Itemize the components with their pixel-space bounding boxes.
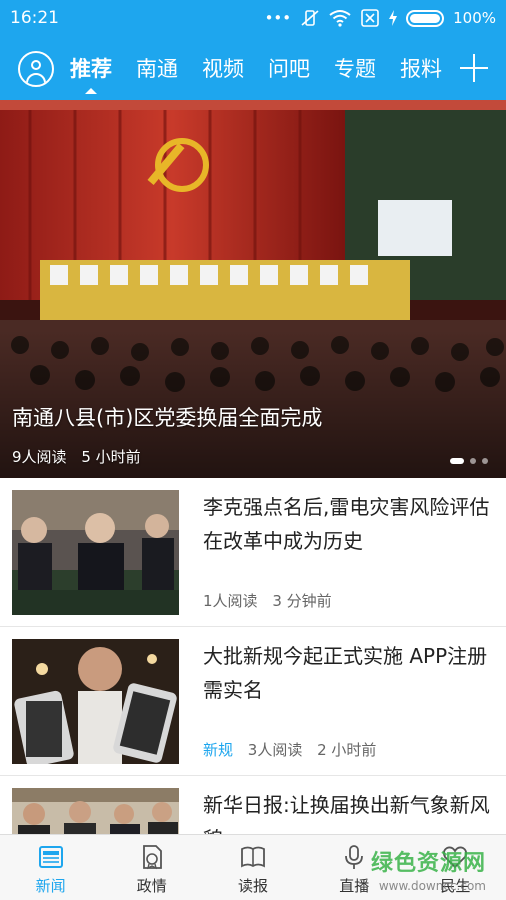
open-paper-icon xyxy=(241,846,265,868)
charging-bolt-icon xyxy=(389,10,398,26)
news-item[interactable]: 李克强点名后,雷电灾害风险评估在改革中成为历史 1人阅读 3 分钟前 xyxy=(0,478,506,627)
tab-ask[interactable]: 问吧 xyxy=(256,44,322,94)
watermark-url: www.downcc.com xyxy=(378,879,486,893)
news-meta: 新规 3人阅读 2 小时前 xyxy=(203,739,376,760)
carousel-dot xyxy=(450,458,464,464)
add-channel-icon[interactable] xyxy=(460,54,488,82)
news-thumbnail xyxy=(12,639,179,764)
status-time: 16:21 xyxy=(10,8,59,28)
news-item[interactable]: 大批新规今起正式实施 APP注册需实名 新规 3人阅读 2 小时前 xyxy=(0,627,506,776)
news-reads: 3人阅读 xyxy=(247,741,303,759)
news-title: 李克强点名后,雷电灾害风险评估在改革中成为历史 xyxy=(203,495,490,553)
tab-recommend[interactable]: 推荐 xyxy=(58,44,124,94)
news-tag[interactable]: 新规 xyxy=(203,741,233,759)
status-bar: 16:21 ••• 100% xyxy=(0,0,506,36)
top-bar: 16:21 ••• 100% 推荐 南通 视频 问吧 专题 报料 xyxy=(0,0,506,100)
vibrate-off-icon xyxy=(301,10,319,26)
hero-title: 南通八县(市)区党委换届全面完成 xyxy=(12,406,323,430)
watermark-logo: 绿色资源网 www.downcc.com xyxy=(371,845,486,893)
battery-level: 100% xyxy=(453,9,496,27)
news-thumbnail xyxy=(12,788,179,834)
news-thumbnail xyxy=(12,490,179,615)
news-item[interactable]: 新华日报:让换届换出新气象新风貌 xyxy=(0,776,506,834)
battery-icon xyxy=(406,9,445,27)
carousel-indicator xyxy=(450,458,488,464)
bottom-tab-label: 政情 xyxy=(136,877,167,895)
hero-reads: 9人阅读 xyxy=(12,448,67,466)
more-dots-icon: ••• xyxy=(264,9,292,27)
bottom-tab-label: 新闻 xyxy=(35,877,66,895)
bottom-tab-politics[interactable]: 政情 xyxy=(101,835,202,900)
bottom-tab-label: 读报 xyxy=(238,877,269,895)
wifi-icon xyxy=(329,10,351,27)
hero-meta: 9人阅读 5 小时前 xyxy=(12,446,141,467)
no-sim-icon xyxy=(361,9,379,27)
carousel-dot xyxy=(470,458,476,464)
hero-time: 5 小时前 xyxy=(81,448,141,466)
tab-topics[interactable]: 专题 xyxy=(322,44,388,94)
carousel-dot xyxy=(482,458,488,464)
bottom-tab-news[interactable]: 新闻 xyxy=(0,835,101,900)
news-list: 李克强点名后,雷电灾害风险评估在改革中成为历史 1人阅读 3 分钟前 大批新规今… xyxy=(0,478,506,834)
watermark-title: 绿色资源网 xyxy=(370,851,486,876)
channel-tabs: 推荐 南通 视频 问吧 专题 报料 xyxy=(58,44,448,94)
news-reads: 1人阅读 xyxy=(203,592,258,610)
document-badge-icon xyxy=(142,845,162,870)
microphone-icon xyxy=(345,845,364,869)
news-time: 2 小时前 xyxy=(317,741,377,759)
user-avatar-icon[interactable] xyxy=(18,51,54,87)
news-time: 3 分钟前 xyxy=(272,592,332,610)
news-title: 大批新规今起正式实施 APP注册需实名 xyxy=(203,644,488,702)
tab-nantong[interactable]: 南通 xyxy=(124,44,190,94)
bottom-tab-read-paper[interactable]: 读报 xyxy=(202,835,303,900)
channel-nav: 推荐 南通 视频 问吧 专题 报料 xyxy=(0,44,506,94)
tab-report[interactable]: 报料 xyxy=(388,44,448,94)
hero-banner[interactable]: 南通八县(市)区党委换届全面完成 9人阅读 5 小时前 xyxy=(0,100,506,478)
newspaper-icon xyxy=(38,846,63,868)
news-title: 新华日报:让换届换出新气象新风貌 xyxy=(203,793,490,834)
news-meta: 1人阅读 3 分钟前 xyxy=(203,590,332,611)
tab-video[interactable]: 视频 xyxy=(190,44,256,94)
